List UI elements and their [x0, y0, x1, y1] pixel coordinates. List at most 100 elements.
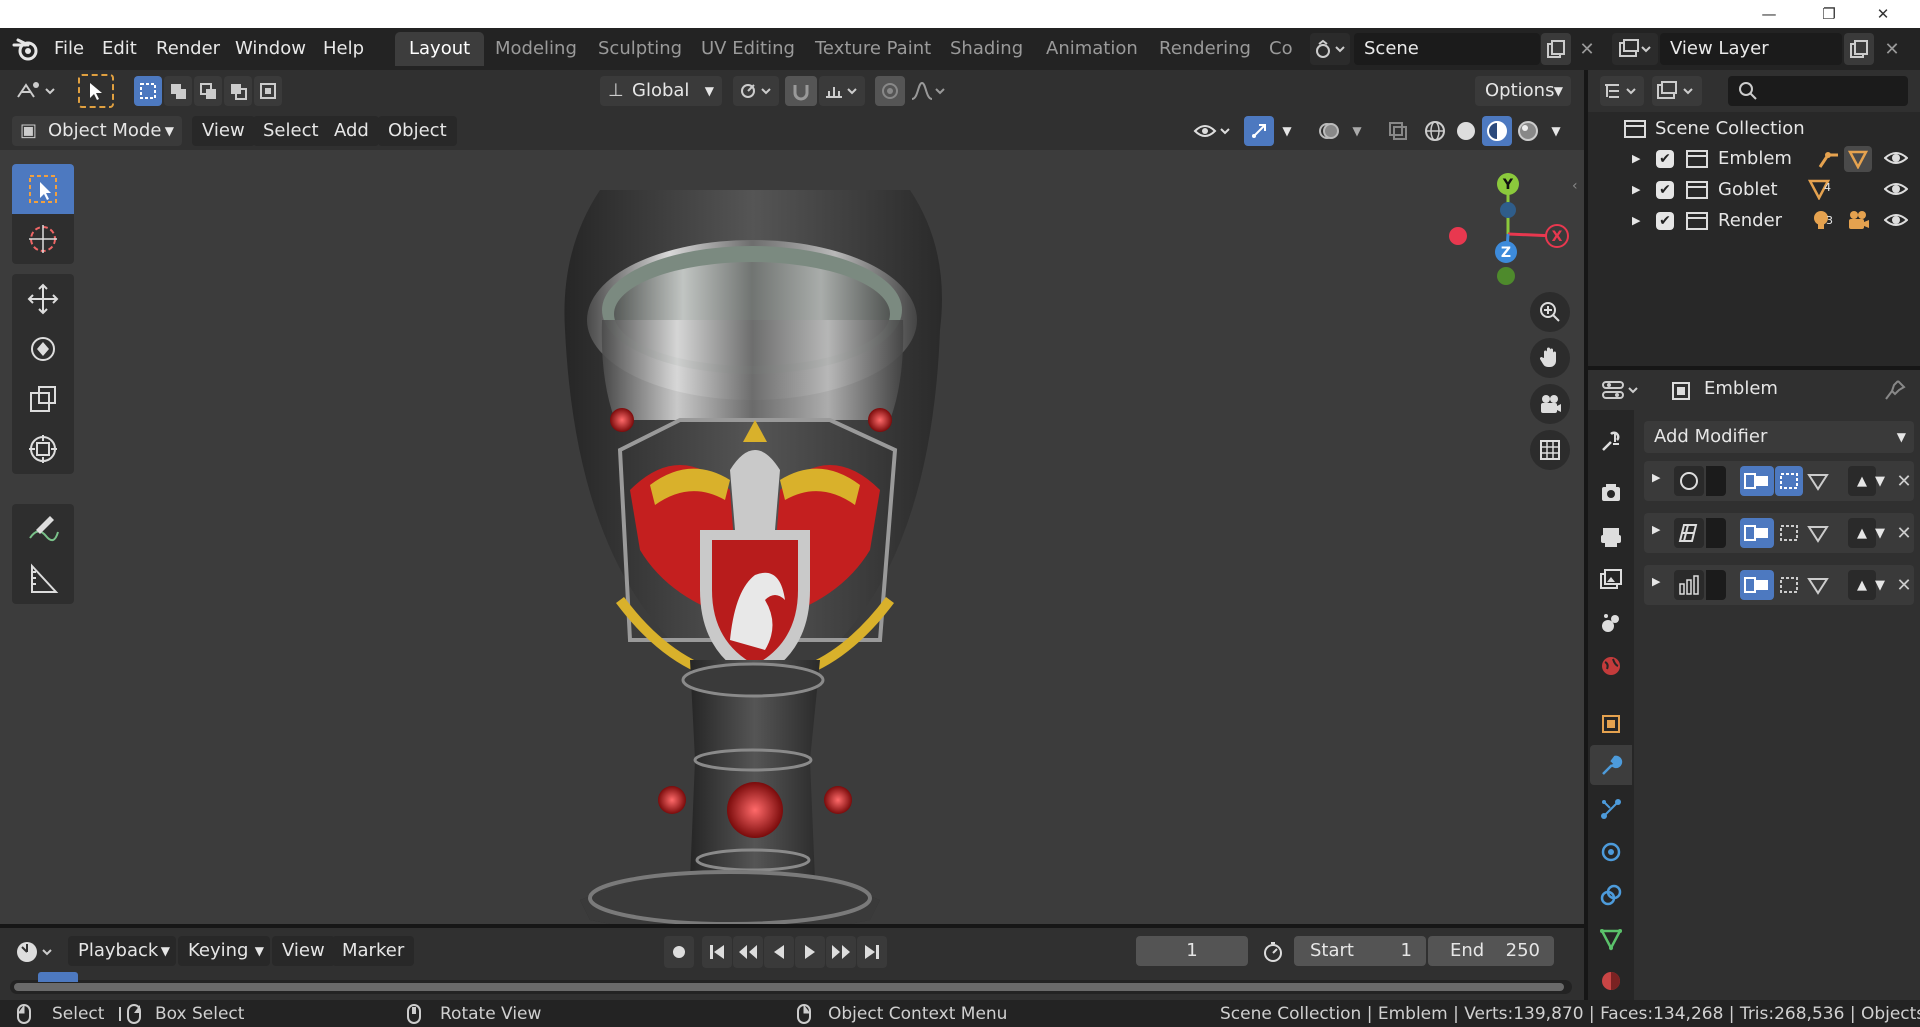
annotate-tool[interactable]: [12, 504, 74, 554]
expand-arrow-icon[interactable]: ▶: [1652, 523, 1660, 536]
timeline-menu-marker[interactable]: Marker: [332, 936, 415, 966]
rendered-shading-icon[interactable]: [1513, 116, 1543, 146]
remove-modifier-icon[interactable]: ✕: [1894, 570, 1914, 600]
delete-scene-icon[interactable]: ✕: [1573, 33, 1601, 65]
proportional-falloff-icon[interactable]: [906, 76, 950, 106]
edit-mode-toggle-icon[interactable]: [1740, 466, 1774, 496]
scene-browse-icon[interactable]: [1310, 33, 1350, 65]
prev-keyframe-icon[interactable]: [733, 936, 763, 968]
move-down-icon[interactable]: ▼: [1866, 466, 1894, 496]
axis-neg-z-handle[interactable]: [1500, 202, 1516, 218]
tab-compositing[interactable]: Co: [1255, 32, 1297, 66]
play-reverse-icon[interactable]: [764, 936, 794, 968]
axis-neg-x-handle[interactable]: [1449, 227, 1467, 245]
outliner-search-input[interactable]: [1728, 76, 1908, 106]
move-down-icon[interactable]: ▼: [1866, 570, 1894, 600]
particles-tab-icon[interactable]: [1596, 794, 1626, 824]
expand-arrow-icon[interactable]: ▶: [1632, 143, 1640, 174]
record-icon[interactable]: [664, 936, 694, 968]
select-mode-invert-icon[interactable]: [224, 76, 252, 106]
editor-type-icon[interactable]: [12, 76, 60, 106]
eye-icon[interactable]: [1884, 148, 1908, 168]
cage-toggle-icon[interactable]: [1775, 518, 1803, 548]
eye-icon[interactable]: [1884, 210, 1908, 230]
sidebar-toggle-icon[interactable]: ‹: [1572, 178, 1578, 194]
select-tool-icon[interactable]: [78, 74, 114, 108]
checkbox-icon[interactable]: ✔: [1656, 212, 1674, 230]
edit-mode-toggle-icon[interactable]: [1740, 570, 1774, 600]
tab-sculpting[interactable]: Sculpting: [584, 32, 696, 66]
move-down-icon[interactable]: ▼: [1866, 518, 1894, 548]
select-mode-subtract-icon[interactable]: [194, 76, 222, 106]
outliner-item-emblem[interactable]: ▶ ✔ Emblem: [1588, 143, 1920, 174]
snap-target-icon[interactable]: [819, 76, 865, 106]
timeline-scrollbar[interactable]: [10, 980, 1572, 994]
delete-view-layer-icon[interactable]: ✕: [1878, 33, 1906, 65]
3d-viewport[interactable]: Y X Z ‹: [0, 150, 1584, 935]
modifier-row[interactable]: ▶ ▲ ▼ ✕: [1644, 513, 1914, 553]
scene-name-field[interactable]: Scene: [1354, 33, 1540, 65]
move-tool[interactable]: [12, 274, 74, 324]
select-mode-intersect-icon[interactable]: [254, 76, 282, 106]
transform-tool[interactable]: [12, 424, 74, 474]
cage-toggle-icon[interactable]: [1775, 570, 1803, 600]
perspective-grid-icon[interactable]: [1530, 430, 1570, 470]
close-window-button[interactable]: ✕: [1860, 0, 1906, 28]
solid-shading-icon[interactable]: [1451, 116, 1481, 146]
outliner-item-goblet[interactable]: ▶ ✔ Goblet 4: [1588, 174, 1920, 205]
measure-tool[interactable]: [12, 554, 74, 604]
navigation-gizmo[interactable]: Y X Z: [1440, 166, 1570, 286]
constraints-tab-icon[interactable]: [1596, 880, 1626, 910]
view-layer-tab-icon[interactable]: [1596, 565, 1626, 595]
display-mode-icon[interactable]: [1652, 76, 1702, 106]
proportional-editing-icon[interactable]: [875, 76, 905, 106]
checkbox-icon[interactable]: ✔: [1656, 150, 1674, 168]
new-view-layer-icon[interactable]: [1844, 33, 1874, 65]
outliner-editor-type-icon[interactable]: [1600, 76, 1644, 106]
end-frame-field[interactable]: End 250: [1428, 936, 1554, 966]
menu-edit[interactable]: Edit: [102, 28, 137, 70]
object-data-tab-icon[interactable]: [1596, 924, 1626, 954]
chevron-down-icon[interactable]: ▼: [1276, 116, 1298, 146]
visibility-eye-icon[interactable]: [1190, 116, 1236, 146]
transform-orientation-dropdown[interactable]: ⊥ Global ▼: [600, 76, 722, 106]
view-layer-browse-icon[interactable]: [1612, 33, 1658, 65]
gizmo-toggle-icon[interactable]: [1244, 116, 1274, 146]
stopwatch-icon[interactable]: [1258, 936, 1288, 968]
edit-mode-toggle-icon[interactable]: [1740, 518, 1774, 548]
modifier-row[interactable]: ▶ ▲ ▼ ✕: [1644, 565, 1914, 605]
restore-button[interactable]: ❐: [1806, 0, 1852, 28]
rotate-tool[interactable]: [12, 324, 74, 374]
blender-logo-icon[interactable]: [12, 36, 40, 62]
snap-toggle-icon[interactable]: [785, 76, 817, 106]
menu-window[interactable]: Window: [235, 28, 306, 70]
play-icon[interactable]: [795, 936, 825, 968]
outliner-scene-collection[interactable]: Scene Collection: [1588, 113, 1920, 144]
material-preview-icon[interactable]: [1482, 116, 1512, 146]
overlays-icon[interactable]: [1314, 116, 1344, 146]
select-mode-extend-icon[interactable]: [164, 76, 192, 106]
keying-dropdown[interactable]: Keying ▼: [178, 936, 270, 966]
axis-neg-y-handle[interactable]: [1497, 267, 1515, 285]
on-cage-toggle-icon[interactable]: [1804, 466, 1832, 496]
options-dropdown[interactable]: Options ▼: [1475, 76, 1571, 106]
chevron-down-icon[interactable]: ▼: [1545, 116, 1567, 146]
tab-modeling[interactable]: Modeling: [481, 32, 591, 66]
mesh-data-icon[interactable]: [1844, 146, 1872, 172]
zoom-icon[interactable]: [1530, 292, 1570, 332]
modifier-name-field[interactable]: [1706, 518, 1726, 548]
render-tab-icon[interactable]: [1596, 478, 1626, 508]
scale-tool[interactable]: [12, 374, 74, 424]
jump-start-icon[interactable]: [702, 936, 732, 968]
properties-editor-type-icon[interactable]: [1600, 375, 1640, 405]
on-cage-toggle-icon[interactable]: [1804, 518, 1832, 548]
camera-view-icon[interactable]: [1530, 384, 1570, 424]
modifier-name-field[interactable]: [1706, 466, 1726, 496]
playhead[interactable]: [38, 972, 78, 982]
scene-tab-icon[interactable]: [1596, 608, 1626, 638]
expand-arrow-icon[interactable]: ▶: [1652, 575, 1660, 588]
chevron-down-icon[interactable]: ▼: [1346, 116, 1368, 146]
outliner-item-render[interactable]: ▶ ✔ Render 3: [1588, 205, 1920, 236]
add-modifier-dropdown[interactable]: Add Modifier ▼: [1644, 421, 1914, 453]
select-box-tool[interactable]: [12, 164, 74, 214]
